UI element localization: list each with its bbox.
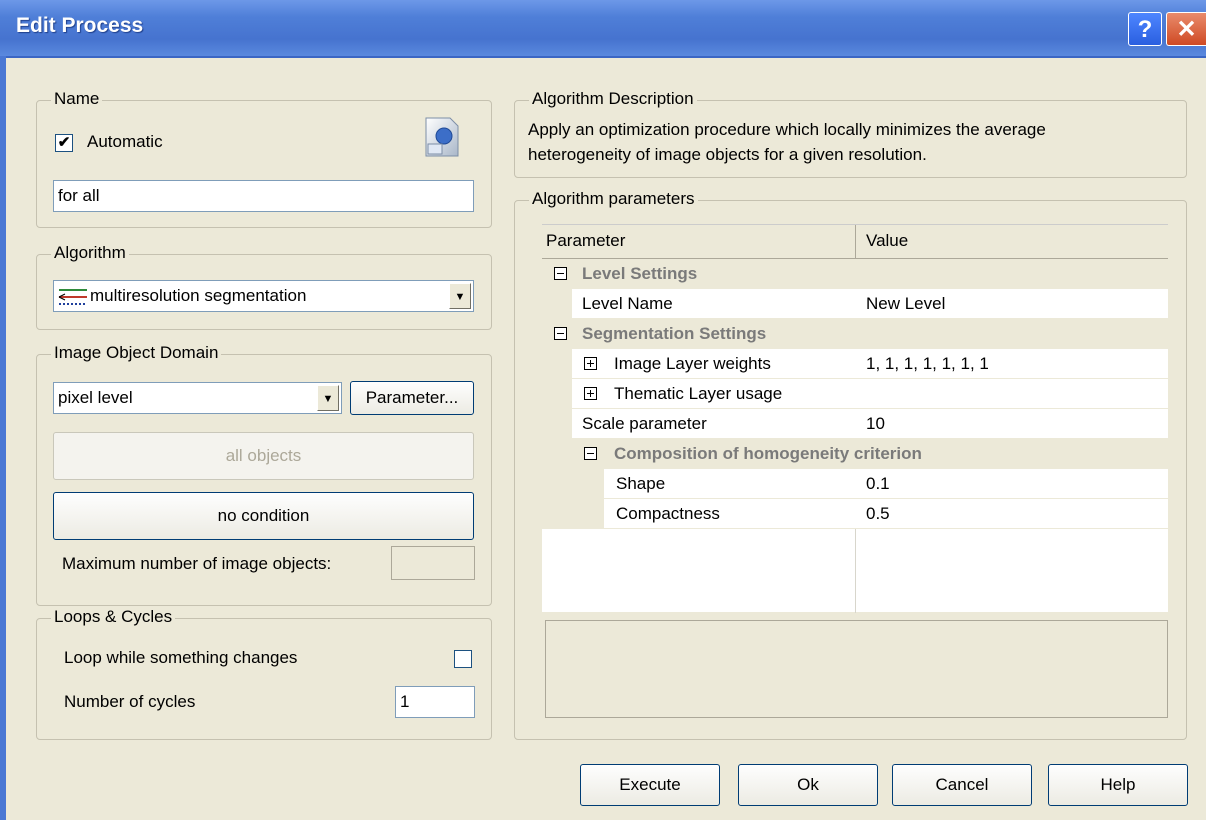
param-label: Shape bbox=[616, 474, 666, 493]
algorithm-selected-label: multiresolution segmentation bbox=[90, 286, 307, 305]
description-legend: Algorithm Description bbox=[529, 89, 697, 109]
param-row-shape[interactable]: Shape 0.1 bbox=[542, 469, 1168, 499]
header-parameter[interactable]: Parameter bbox=[546, 231, 625, 251]
name-legend: Name bbox=[51, 89, 103, 109]
param-row-compactness[interactable]: Compactness 0.5 bbox=[542, 499, 1168, 529]
max-objects-label: Maximum number of image objects: bbox=[62, 554, 332, 573]
param-label: Compactness bbox=[616, 504, 720, 523]
collapse-icon[interactable] bbox=[554, 267, 567, 280]
loops-legend: Loops & Cycles bbox=[51, 607, 176, 627]
cancel-button[interactable]: Cancel bbox=[892, 764, 1032, 806]
category-level-settings[interactable]: Level Settings bbox=[542, 259, 1168, 289]
expand-icon[interactable] bbox=[584, 387, 597, 400]
process-icon bbox=[425, 117, 459, 157]
loop-checkbox[interactable] bbox=[454, 650, 472, 668]
process-name-input[interactable]: for all bbox=[53, 180, 474, 212]
algorithm-dropdown-arrow-icon[interactable]: ▼ bbox=[449, 283, 471, 309]
expand-icon[interactable] bbox=[584, 357, 597, 370]
parameters-grid: Parameter Value Level Settings Level Nam… bbox=[542, 224, 1168, 613]
window-title: Edit Process bbox=[16, 14, 144, 37]
param-row-thematic-layer-usage[interactable]: Thematic Layer usage bbox=[542, 379, 1168, 409]
window-border-left bbox=[0, 56, 6, 820]
param-row-scale-parameter[interactable]: Scale parameter 10 bbox=[542, 409, 1168, 439]
param-label: Image Layer weights bbox=[614, 354, 771, 373]
condition-button[interactable]: no condition bbox=[53, 492, 474, 540]
param-value[interactable]: 10 bbox=[866, 414, 885, 434]
algorithm-legend: Algorithm bbox=[51, 243, 129, 263]
cycles-input[interactable]: 1 bbox=[395, 686, 475, 718]
domain-legend: Image Object Domain bbox=[51, 343, 222, 363]
param-value[interactable]: 0.5 bbox=[866, 504, 890, 524]
category-segmentation-settings[interactable]: Segmentation Settings bbox=[542, 319, 1168, 349]
close-button[interactable]: ✕ bbox=[1166, 12, 1206, 46]
param-row-image-layer-weights[interactable]: Image Layer weights 1, 1, 1, 1, 1, 1, 1 bbox=[542, 349, 1168, 379]
category-label: Segmentation Settings bbox=[582, 324, 767, 343]
ok-button[interactable]: Ok bbox=[738, 764, 878, 806]
grid-header: Parameter Value bbox=[542, 225, 1168, 259]
header-value[interactable]: Value bbox=[866, 231, 908, 251]
param-value[interactable]: New Level bbox=[866, 294, 945, 314]
description-line-2: heterogeneity of image objects for a giv… bbox=[528, 145, 927, 164]
parameter-description-box bbox=[545, 620, 1168, 718]
loop-label: Loop while something changes bbox=[64, 648, 298, 667]
segmentation-icon bbox=[58, 289, 87, 305]
execute-button[interactable]: Execute bbox=[580, 764, 720, 806]
max-objects-input[interactable] bbox=[391, 546, 475, 580]
domain-selected-label: pixel level bbox=[58, 388, 133, 407]
param-label: Level Name bbox=[582, 294, 673, 313]
automatic-checkbox[interactable]: ✔ bbox=[55, 134, 73, 152]
process-icon-button[interactable] bbox=[420, 114, 462, 160]
parameters-legend: Algorithm parameters bbox=[529, 189, 698, 209]
param-label: Scale parameter bbox=[582, 414, 707, 433]
title-bar[interactable]: Edit Process ? ✕ bbox=[0, 0, 1206, 58]
algorithm-select[interactable]: multiresolution segmentation ▼ bbox=[53, 280, 474, 312]
category-label: Level Settings bbox=[582, 264, 698, 283]
domain-select[interactable]: pixel level ▼ bbox=[53, 382, 342, 414]
help-button[interactable]: Help bbox=[1048, 764, 1188, 806]
collapse-icon[interactable] bbox=[554, 327, 567, 340]
param-value[interactable]: 0.1 bbox=[866, 474, 890, 494]
category-composition[interactable]: Composition of homogeneity criterion bbox=[542, 439, 1168, 469]
param-value[interactable]: 1, 1, 1, 1, 1, 1, 1 bbox=[866, 354, 989, 374]
loops-group: Loops & Cycles bbox=[36, 607, 492, 740]
domain-dropdown-arrow-icon[interactable]: ▼ bbox=[317, 385, 339, 411]
all-objects-button[interactable]: all objects bbox=[53, 432, 474, 480]
description-line-1: Apply an optimization procedure which lo… bbox=[528, 120, 1046, 139]
collapse-icon[interactable] bbox=[584, 447, 597, 460]
category-label: Composition of homogeneity criterion bbox=[614, 444, 922, 463]
parameter-button[interactable]: Parameter... bbox=[350, 381, 474, 415]
automatic-label: Automatic bbox=[87, 132, 163, 151]
param-label: Thematic Layer usage bbox=[614, 384, 783, 403]
param-row-level-name[interactable]: Level Name New Level bbox=[542, 289, 1168, 319]
help-title-button[interactable]: ? bbox=[1128, 12, 1162, 46]
cycles-label: Number of cycles bbox=[64, 692, 196, 711]
